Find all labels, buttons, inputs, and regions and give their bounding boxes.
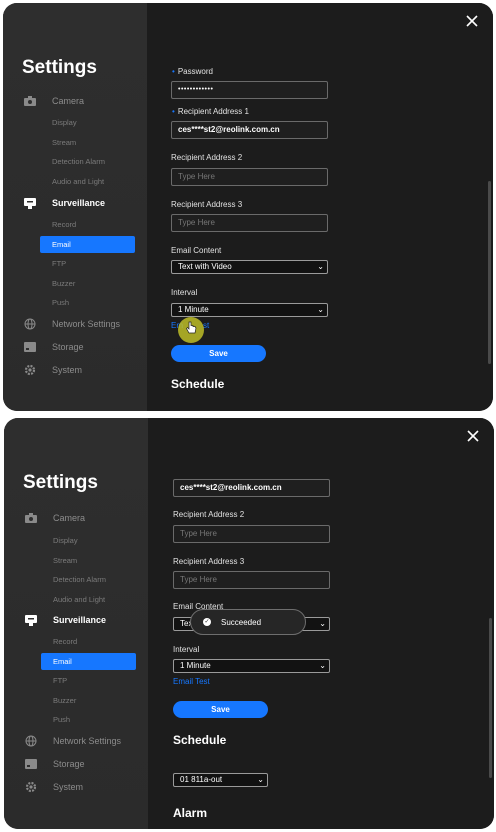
scrollbar[interactable] — [488, 181, 491, 364]
sidebar-subitem-push[interactable]: Push — [53, 715, 70, 724]
close-icon[interactable] — [466, 430, 480, 444]
sidebar-subitem-email[interactable]: Email — [40, 236, 135, 253]
scrollbar[interactable] — [489, 618, 492, 778]
sidebar-item-label: Surveillance — [53, 615, 107, 625]
password-label: • Password — [172, 67, 213, 76]
camera-icon — [24, 95, 36, 107]
sidebar-subitem-display[interactable]: Display — [53, 536, 78, 545]
sidebar-item-camera[interactable]: Camera — [24, 91, 84, 111]
sidebar-subitem-ftp[interactable]: FTP — [52, 259, 66, 268]
toast-message: Succeeded — [221, 617, 262, 627]
settings-sidebar: Settings Camera Display Stream Detection… — [4, 418, 148, 829]
recipient-3-label: Recipient Address 3 — [173, 557, 245, 566]
sidebar-item-label: Surveillance — [52, 198, 106, 208]
interval-select[interactable]: 1 Minute ⌄ — [171, 303, 328, 317]
recipient-2-label: Recipient Address 2 — [173, 510, 245, 519]
sidebar-item-system[interactable]: System — [24, 360, 82, 380]
sidebar-subitem-audio-light[interactable]: Audio and Light — [53, 595, 105, 604]
monitor-icon — [25, 614, 37, 626]
chevron-down-icon: ⌄ — [319, 661, 326, 670]
sidebar-item-storage[interactable]: Storage — [24, 337, 84, 357]
save-button[interactable]: Save — [171, 345, 266, 362]
sidebar-item-storage[interactable]: Storage — [25, 754, 85, 774]
sidebar-subitem-stream[interactable]: Stream — [53, 556, 77, 565]
required-marker: • — [172, 67, 175, 76]
sidebar-item-network-settings[interactable]: Network Settings — [25, 731, 121, 751]
interval-label: Interval — [171, 288, 198, 297]
settings-sidebar: Settings Camera Display Stream Detection… — [3, 3, 147, 411]
password-field[interactable]: •••••••••••• — [171, 81, 328, 99]
settings-dialog-after: Settings Camera Display Stream Detection… — [4, 418, 494, 829]
interval-label: Interval — [173, 645, 200, 654]
hand-cursor-icon — [186, 321, 198, 338]
save-button[interactable]: Save — [173, 701, 268, 718]
chevron-down-icon: ⌄ — [317, 305, 324, 314]
storage-icon — [24, 341, 36, 353]
sidebar-subitem-detection-alarm[interactable]: Detection Alarm — [52, 157, 105, 166]
sidebar-subitem-record[interactable]: Record — [53, 637, 77, 646]
sidebar-item-label: Storage — [53, 759, 85, 769]
sidebar-item-label: Network Settings — [52, 319, 121, 329]
recipient-3-label: Recipient Address 3 — [171, 200, 243, 209]
sidebar-subitem-buzzer[interactable]: Buzzer — [52, 279, 75, 288]
sidebar-item-label: System — [52, 365, 83, 375]
recipient-1-label: • Recipient Address 1 — [172, 107, 249, 116]
email-test-link[interactable]: Email Test — [173, 677, 210, 686]
close-icon[interactable] — [465, 15, 479, 29]
sidebar-subitem-ftp[interactable]: FTP — [53, 676, 67, 685]
gear-icon — [24, 364, 36, 376]
schedule-title: Schedule — [173, 733, 227, 747]
settings-title: Settings — [23, 472, 98, 493]
recipient-2-field[interactable]: Type Here — [171, 168, 328, 186]
gear-icon — [25, 781, 37, 793]
required-marker: • — [172, 107, 175, 116]
sidebar-subitem-display[interactable]: Display — [52, 118, 77, 127]
camera-icon — [25, 512, 37, 524]
storage-icon — [25, 758, 37, 770]
email-content-select[interactable]: Text with Video ⌄ — [171, 260, 328, 274]
sidebar-subitem-email[interactable]: Email — [41, 653, 136, 670]
recipient-1-field[interactable]: ces****st2@reolink.com.cn — [173, 479, 330, 497]
sidebar-subitem-detection-alarm[interactable]: Detection Alarm — [53, 575, 106, 584]
sidebar-subitem-push[interactable]: Push — [52, 298, 69, 307]
globe-icon — [24, 318, 36, 330]
schedule-title: Schedule — [171, 377, 225, 391]
sidebar-item-label: Network Settings — [53, 736, 122, 746]
sidebar-item-surveillance[interactable]: Surveillance — [24, 193, 105, 213]
settings-title: Settings — [22, 57, 97, 78]
sidebar-item-label: Camera — [53, 513, 86, 523]
recipient-3-field[interactable]: Type Here — [173, 571, 330, 589]
chevron-down-icon: ⌄ — [319, 619, 326, 628]
email-settings-content: • Password •••••••••••• • Recipient Addres… — [147, 3, 493, 411]
sidebar-subitem-buzzer[interactable]: Buzzer — [53, 696, 76, 705]
sidebar-item-label: Storage — [52, 342, 84, 352]
recipient-1-field[interactable]: ces****st2@reolink.com.cn — [171, 121, 328, 139]
recipient-2-field[interactable]: Type Here — [173, 525, 330, 543]
schedule-camera-select[interactable]: 01 811a-out ⌄ — [173, 773, 268, 787]
chevron-down-icon: ⌄ — [257, 775, 264, 784]
sidebar-subitem-audio-light[interactable]: Audio and Light — [52, 177, 104, 186]
settings-dialog-before: Settings Camera Display Stream Detection… — [3, 3, 493, 411]
globe-icon — [25, 735, 37, 747]
interval-select[interactable]: 1 Minute ⌄ — [173, 659, 330, 673]
success-toast: ✓ Succeeded — [190, 609, 306, 635]
sidebar-item-label: System — [53, 782, 84, 792]
chevron-down-icon: ⌄ — [317, 262, 324, 271]
alarm-title: Alarm — [173, 806, 208, 820]
checkmark-icon: ✓ — [203, 618, 211, 626]
recipient-2-label: Recipient Address 2 — [171, 153, 243, 162]
sidebar-item-surveillance[interactable]: Surveillance — [25, 610, 106, 630]
email-content-label: Email Content — [171, 246, 222, 255]
email-settings-content: ces****st2@reolink.com.cn Recipient Addr… — [148, 418, 494, 829]
sidebar-subitem-record[interactable]: Record — [52, 220, 76, 229]
sidebar-subitem-stream[interactable]: Stream — [52, 138, 76, 147]
sidebar-item-camera[interactable]: Camera — [25, 508, 85, 528]
sidebar-item-system[interactable]: System — [25, 777, 83, 797]
recipient-3-field[interactable]: Type Here — [171, 214, 328, 232]
sidebar-item-label: Camera — [52, 96, 85, 106]
sidebar-item-network-settings[interactable]: Network Settings — [24, 314, 120, 334]
monitor-icon — [24, 197, 36, 209]
